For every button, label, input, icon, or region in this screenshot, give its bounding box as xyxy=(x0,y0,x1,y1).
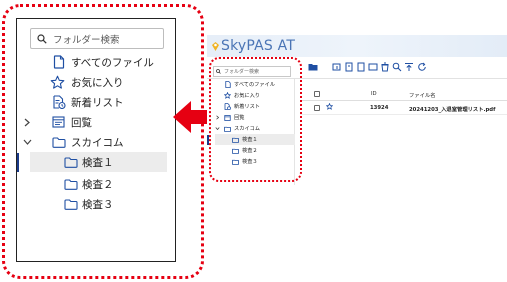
star-icon xyxy=(50,75,65,90)
selected-indicator xyxy=(17,153,19,172)
file-icon xyxy=(51,55,66,70)
new-folder-icon[interactable] xyxy=(332,62,342,72)
folder-icon xyxy=(63,177,78,192)
sidebar-item-label: スカイコム xyxy=(71,136,124,149)
column-header-filename[interactable]: ファイル名 xyxy=(409,91,436,99)
logo-icon xyxy=(212,41,219,51)
select-all-checkbox[interactable] xyxy=(314,91,320,97)
sidebar-highlight-outline xyxy=(209,57,302,182)
column-header-id[interactable]: ID xyxy=(371,91,377,97)
folder-icon xyxy=(63,197,78,212)
sidebar-item-label: 新着リスト xyxy=(71,96,124,109)
search-icon xyxy=(37,33,47,44)
sidebar-item-favorites[interactable]: お気に入り xyxy=(17,72,175,92)
sidebar-item-inspection-1[interactable]: 検査１ xyxy=(30,152,167,172)
sidebar-item-label: 検査１ xyxy=(82,156,114,169)
copy-icon[interactable] xyxy=(344,62,354,72)
folder-icon[interactable] xyxy=(308,62,318,72)
sidebar-item-inspection-3[interactable]: 検査３ xyxy=(17,194,175,214)
chevron-right-icon[interactable] xyxy=(22,116,32,128)
sidebar-item-inspection-2[interactable]: 検査２ xyxy=(17,174,175,194)
star-icon[interactable] xyxy=(325,102,334,112)
sidebar-item-circular[interactable]: 回覧 xyxy=(17,112,175,132)
sidebar-item-skycom[interactable]: スカイコム xyxy=(17,132,175,152)
folder-search-placeholder: フォルダー検索 xyxy=(53,34,120,46)
circular-icon xyxy=(51,115,66,130)
sidebar-item-new-list[interactable]: 新着リスト xyxy=(17,92,175,112)
file-id: 13924 xyxy=(370,105,389,111)
app-title: SkyPAS AT xyxy=(221,38,296,54)
move-icon[interactable] xyxy=(368,62,378,72)
sidebar-item-label: 回覧 xyxy=(71,116,92,129)
document-icon[interactable] xyxy=(356,62,366,72)
sidebar-item-label: 検査２ xyxy=(82,178,114,191)
app-header: SkyPAS AT xyxy=(207,35,507,57)
folder-icon xyxy=(63,155,78,170)
sidebar-item-label: 検査３ xyxy=(82,198,114,211)
file-list-header: ID ファイル名 xyxy=(300,87,507,101)
row-checkbox[interactable] xyxy=(314,105,320,111)
search-icon[interactable] xyxy=(392,62,402,72)
folder-icon xyxy=(51,135,66,150)
sidebar-item-label: お気に入り xyxy=(71,76,124,89)
sidebar-item-all-files[interactable]: すべてのファイル xyxy=(17,52,175,72)
screenshot-stage: フォルダー検索 すべてのファイル お気に入り 新着リスト 回覧 スカイコム 検査… xyxy=(0,0,507,282)
table-row[interactable]: 13924 20241203_入退室管理リスト.pdf xyxy=(300,101,507,115)
file-name[interactable]: 20241203_入退室管理リスト.pdf xyxy=(409,105,495,113)
sidebar-item-label: すべてのファイル xyxy=(71,56,154,69)
new-list-icon xyxy=(51,95,66,110)
chevron-down-icon[interactable] xyxy=(22,136,32,148)
upload-icon[interactable] xyxy=(404,62,414,72)
zoomed-folder-panel: フォルダー検索 すべてのファイル お気に入り 新着リスト 回覧 スカイコム 検査… xyxy=(16,18,176,262)
refresh-icon[interactable] xyxy=(417,62,427,72)
folder-search-input[interactable]: フォルダー検索 xyxy=(30,28,164,49)
delete-icon[interactable] xyxy=(380,62,390,72)
